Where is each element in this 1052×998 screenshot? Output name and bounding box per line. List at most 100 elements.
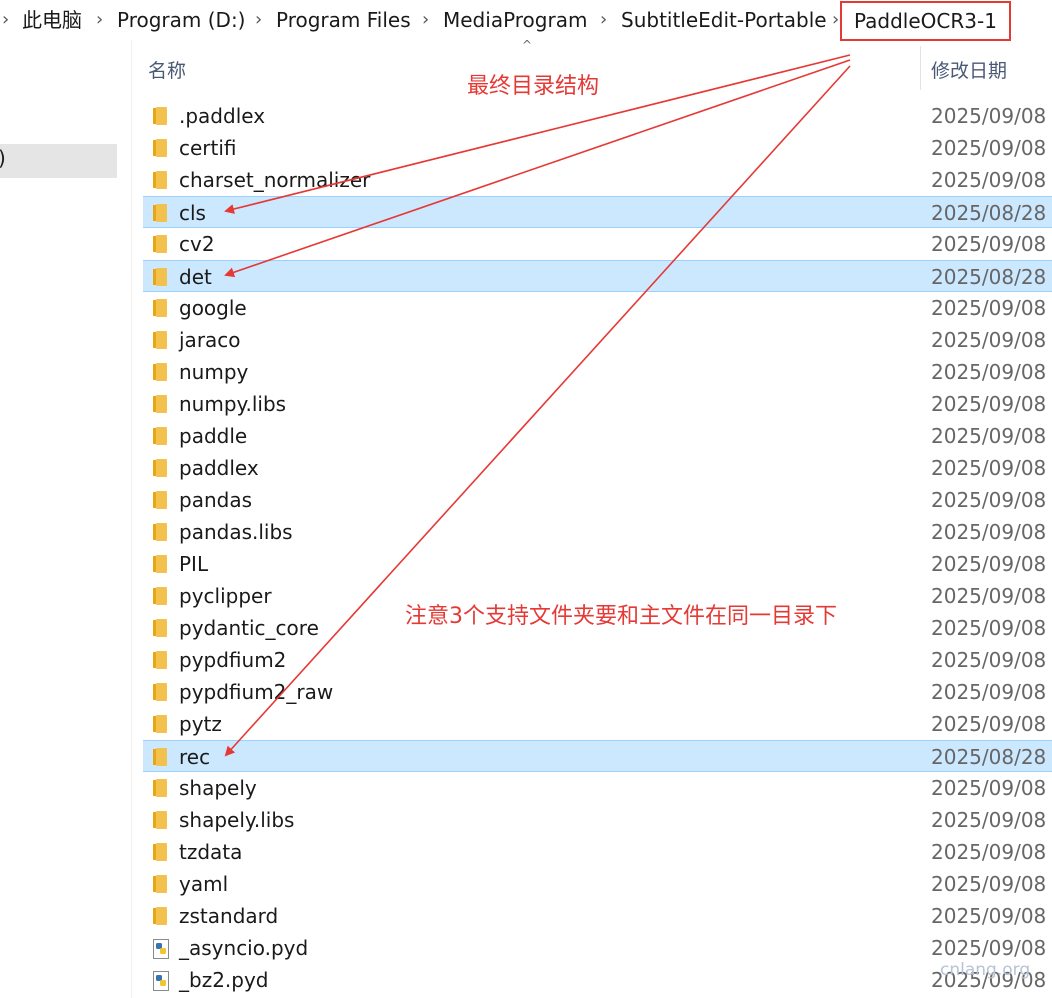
chevron-right-icon[interactable]: › <box>2 6 9 34</box>
annotation-title: 最终目录结构 <box>467 74 600 99</box>
list-item[interactable]: pandas.libs 2025/09/08 <box>143 516 1052 548</box>
list-item[interactable]: cv2 2025/09/08 <box>143 228 1052 260</box>
modified-date: 2025/09/08 <box>931 136 1047 160</box>
list-item[interactable]: tzdata 2025/09/08 <box>143 836 1052 868</box>
modified-date: 2025/09/08 <box>931 840 1047 864</box>
folder-icon <box>153 523 167 541</box>
folder-icon <box>153 139 167 157</box>
file-name: google <box>179 296 247 320</box>
modified-date: 2025/09/08 <box>931 456 1047 480</box>
column-header-modified[interactable]: 修改日期 <box>931 56 1007 83</box>
modified-date: 2025/09/08 <box>931 904 1047 928</box>
modified-date: 2025/09/08 <box>931 552 1047 576</box>
breadcrumb-program-d[interactable]: Program (D:) <box>117 6 246 34</box>
chevron-right-icon[interactable]: › <box>600 6 607 34</box>
python-file-icon <box>153 971 169 991</box>
folder-icon <box>153 619 167 637</box>
navigation-pane[interactable]: ) <box>0 40 117 998</box>
sort-ascending-icon: ^ <box>522 38 533 52</box>
file-name: numpy <box>179 360 249 384</box>
breadcrumb-program-files[interactable]: Program Files <box>276 6 411 34</box>
file-name: rec <box>179 745 211 769</box>
folder-icon <box>153 331 167 349</box>
list-item[interactable]: det 2025/08/28 <box>143 260 1052 292</box>
folder-icon <box>153 748 167 766</box>
list-item[interactable]: rec 2025/08/28 <box>143 740 1052 772</box>
modified-date: 2025/09/08 <box>931 296 1047 320</box>
file-name: pypdfium2_raw <box>179 680 334 704</box>
list-item[interactable]: pandas 2025/09/08 <box>143 484 1052 516</box>
modified-date: 2025/09/08 <box>931 232 1047 256</box>
file-name: pydantic_core <box>179 616 319 640</box>
python-file-icon <box>153 939 169 959</box>
file-name: paddlex <box>179 456 259 480</box>
breadcrumb-current-folder[interactable]: PaddleOCR3-1 <box>840 1 1011 41</box>
modified-date: 2025/09/08 <box>931 680 1047 704</box>
list-item[interactable]: PIL 2025/09/08 <box>143 548 1052 580</box>
modified-date: 2025/09/08 <box>931 872 1047 896</box>
list-item[interactable]: pypdfium2 2025/09/08 <box>143 644 1052 676</box>
chevron-right-icon[interactable]: › <box>422 6 429 34</box>
folder-icon <box>153 395 167 413</box>
modified-date: 2025/09/08 <box>931 168 1047 192</box>
list-item[interactable]: google 2025/09/08 <box>143 292 1052 324</box>
list-item[interactable]: shapely 2025/09/08 <box>143 772 1052 804</box>
file-name: pytz <box>179 712 222 736</box>
folder-icon <box>153 651 167 669</box>
list-item[interactable]: numpy.libs 2025/09/08 <box>143 388 1052 420</box>
folder-icon <box>153 811 167 829</box>
folder-icon <box>153 427 167 445</box>
breadcrumb-mediaprogram[interactable]: MediaProgram <box>443 6 587 34</box>
file-name: pypdfium2 <box>179 648 287 672</box>
folder-icon <box>153 907 167 925</box>
folder-icon <box>153 715 167 733</box>
list-item[interactable]: certifi 2025/09/08 <box>143 132 1052 164</box>
pane-divider[interactable] <box>131 40 132 998</box>
chevron-right-icon[interactable]: › <box>832 6 839 34</box>
modified-date: 2025/09/08 <box>931 520 1047 544</box>
list-item[interactable]: shapely.libs 2025/09/08 <box>143 804 1052 836</box>
file-name: charset_normalizer <box>179 168 371 192</box>
watermark: cnlang.org <box>940 960 1031 980</box>
list-item[interactable]: paddle 2025/09/08 <box>143 420 1052 452</box>
folder-icon <box>153 875 167 893</box>
folder-icon <box>153 107 167 125</box>
list-item[interactable]: pypdfium2_raw 2025/09/08 <box>143 676 1052 708</box>
file-name: jaraco <box>179 328 241 352</box>
chevron-right-icon[interactable]: › <box>96 6 103 34</box>
folder-icon <box>153 683 167 701</box>
breadcrumb-this-pc[interactable]: 此电脑 <box>22 6 82 34</box>
list-item[interactable]: .paddlex 2025/09/08 <box>143 100 1052 132</box>
list-item[interactable]: paddlex 2025/09/08 <box>143 452 1052 484</box>
list-item[interactable]: cls 2025/08/28 <box>143 196 1052 228</box>
modified-date: 2025/09/08 <box>931 936 1047 960</box>
list-item[interactable]: charset_normalizer 2025/09/08 <box>143 164 1052 196</box>
breadcrumb-subtitleedit-portable[interactable]: SubtitleEdit-Portable <box>621 6 827 34</box>
folder-icon <box>153 587 167 605</box>
column-resize-handle[interactable] <box>920 46 921 90</box>
chevron-right-icon[interactable]: › <box>255 6 262 34</box>
file-name: cv2 <box>179 232 215 256</box>
file-name: shapely <box>179 776 257 800</box>
file-name: _bz2.pyd <box>179 968 269 992</box>
list-item[interactable]: _asyncio.pyd 2025/09/08 <box>143 932 1052 964</box>
list-item[interactable]: numpy 2025/09/08 <box>143 356 1052 388</box>
list-item[interactable]: _bz2.pyd 2025/09/08 <box>143 964 1052 996</box>
address-bar[interactable]: › 此电脑 › Program (D:) › Program Files › M… <box>0 0 1052 41</box>
nav-item-label: ) <box>0 146 6 170</box>
list-item[interactable]: zstandard 2025/09/08 <box>143 900 1052 932</box>
column-header-name[interactable]: 名称 <box>148 56 186 83</box>
modified-date: 2025/09/08 <box>931 584 1047 608</box>
folder-icon <box>153 235 167 253</box>
file-name: PIL <box>179 552 209 576</box>
list-item[interactable]: jaraco 2025/09/08 <box>143 324 1052 356</box>
file-name: zstandard <box>179 904 279 928</box>
list-item[interactable]: yaml 2025/09/08 <box>143 868 1052 900</box>
file-name: cls <box>179 201 206 225</box>
folder-icon <box>153 204 167 222</box>
file-name: pandas <box>179 488 252 512</box>
file-name: numpy.libs <box>179 392 287 416</box>
file-name: tzdata <box>179 840 243 864</box>
list-item[interactable]: pytz 2025/09/08 <box>143 708 1052 740</box>
nav-item-selected[interactable]: ) <box>0 144 117 178</box>
